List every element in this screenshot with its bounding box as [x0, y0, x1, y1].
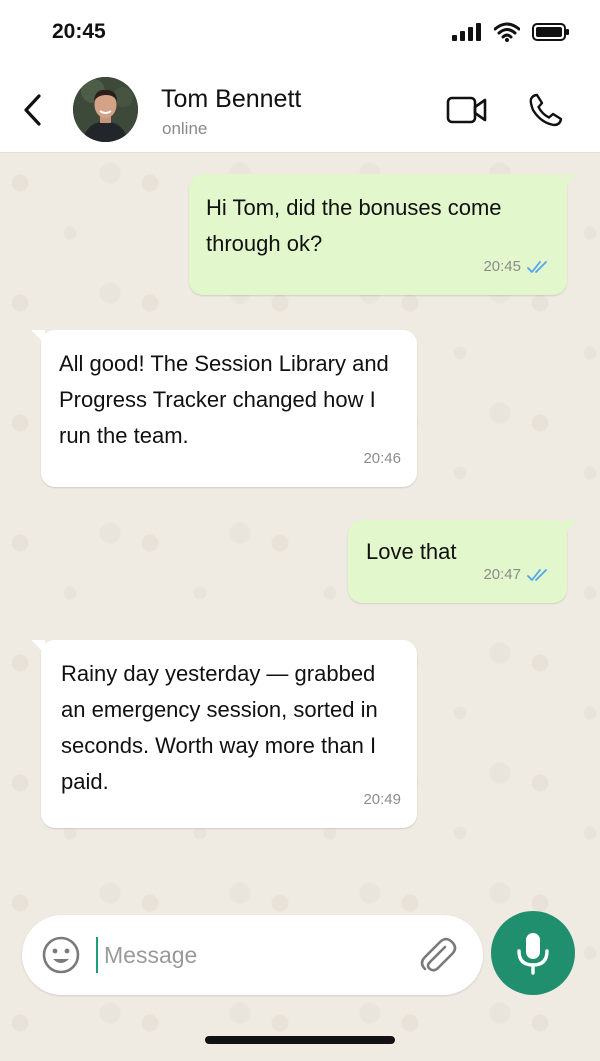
video-call-icon [446, 96, 487, 124]
message-bubble-incoming[interactable]: Rainy day yesterday — grabbed an emergen… [31, 640, 417, 828]
message-composer [22, 915, 483, 995]
microphone-icon [517, 933, 549, 975]
phone-icon [529, 93, 563, 127]
message-time: 20:49 [363, 791, 401, 808]
emoji-icon [42, 936, 80, 974]
message-meta: 20:45 [483, 249, 551, 285]
avatar-image [73, 77, 138, 142]
chat-header: Tom Bennett online [0, 68, 600, 153]
attach-button[interactable] [415, 933, 459, 977]
bubble-tail [563, 174, 577, 188]
message-bubble-outgoing[interactable]: Love that 20:47 [348, 520, 577, 603]
paperclip-icon [420, 937, 457, 972]
message-bubble-incoming[interactable]: All good! The Session Library and Progre… [31, 330, 417, 487]
contact-status: online [162, 119, 208, 138]
message-meta: 20:49 [363, 782, 401, 818]
signal-icon [452, 23, 481, 41]
message-meta: 20:47 [483, 557, 551, 593]
bubble-tail [31, 330, 45, 344]
voice-call-button[interactable] [528, 92, 564, 128]
status-time: 20:45 [52, 20, 106, 43]
video-call-button[interactable] [446, 95, 488, 125]
text-cursor [96, 937, 98, 973]
message-meta: 20:46 [363, 441, 401, 477]
double-check-icon [527, 261, 547, 273]
emoji-button[interactable] [41, 935, 81, 975]
back-button[interactable] [18, 90, 48, 130]
double-check-icon [527, 569, 547, 581]
status-bar: 20:45 [0, 0, 600, 68]
contact-avatar[interactable] [73, 77, 138, 142]
message-time: 20:47 [483, 566, 521, 583]
message-bubble-outgoing[interactable]: Hi Tom, did the bonuses come through ok?… [189, 174, 577, 295]
message-time: 20:45 [483, 258, 521, 275]
message-text: All good! The Session Library and Progre… [59, 351, 389, 448]
back-arrow-icon [24, 94, 41, 126]
bubble-tail [31, 640, 45, 654]
contact-name[interactable]: Tom Bennett [161, 85, 301, 114]
status-icons [452, 22, 570, 42]
bubble-tail [563, 520, 577, 534]
home-indicator[interactable] [205, 1036, 395, 1044]
message-time: 20:46 [363, 450, 401, 467]
wifi-icon [494, 22, 520, 42]
message-input[interactable] [104, 935, 404, 975]
battery-icon [532, 23, 569, 41]
message-text: Rainy day yesterday — grabbed an emergen… [61, 661, 378, 794]
voice-message-button[interactable] [491, 911, 575, 995]
